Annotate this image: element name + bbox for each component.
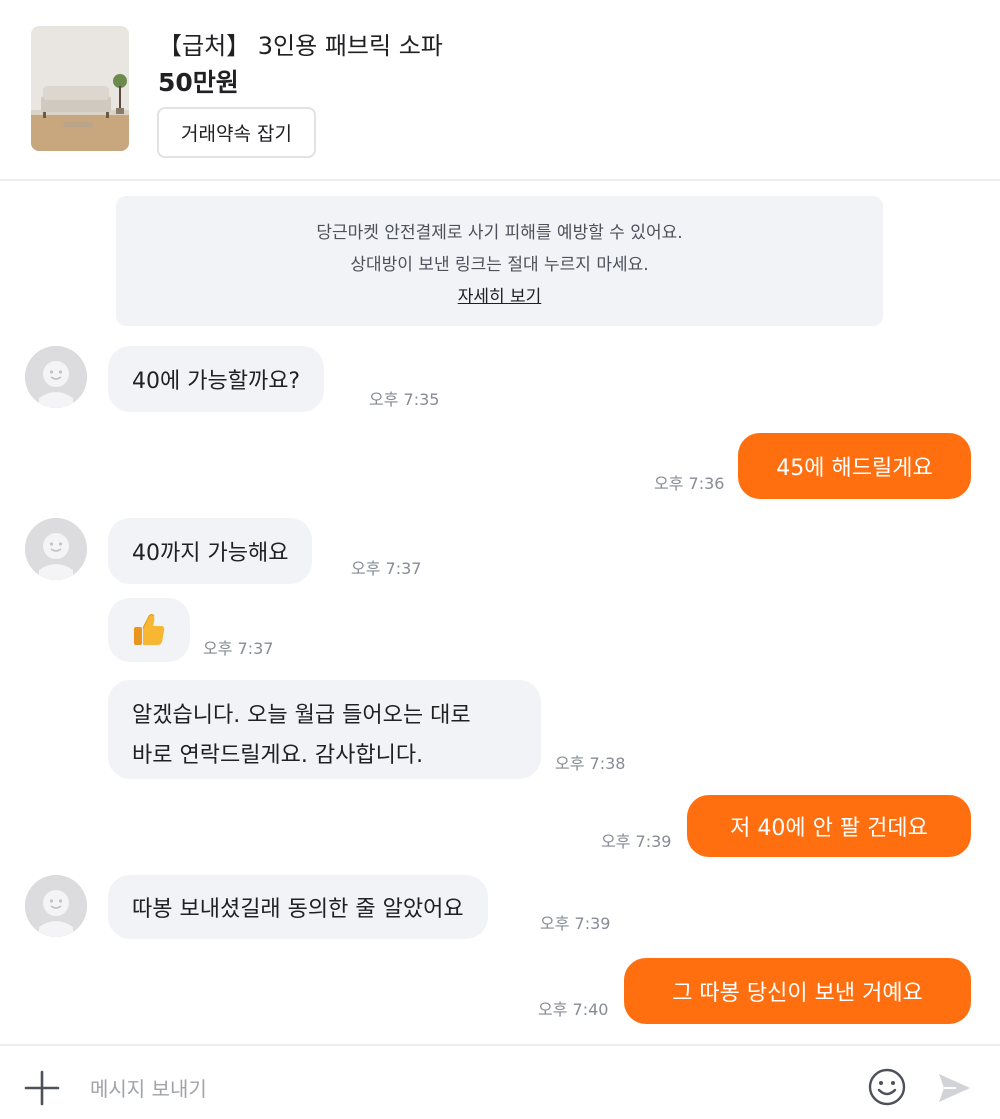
product-header[interactable]: 【급처】 3인용 패브릭 소파 50만원 거래약속 잡기: [0, 0, 1000, 181]
message-bubble-outgoing[interactable]: 그 따봉 당신이 보낸 거예요: [624, 958, 971, 1024]
message-line: 알겠습니다. 오늘 월급 들어오는 대로: [132, 703, 471, 728]
product-thumbnail[interactable]: [31, 26, 129, 151]
message-bubble-incoming[interactable]: 따봉 보내셨길래 동의한 줄 알았어요: [108, 875, 488, 939]
message-bubble-outgoing[interactable]: 저 40에 안 팔 건데요: [687, 795, 971, 857]
message-time: 오후 7:37: [203, 639, 274, 658]
message-time: 오후 7:37: [351, 559, 422, 578]
send-icon[interactable]: [934, 1068, 974, 1108]
sofa-image: [31, 26, 129, 151]
message-time: 오후 7:35: [369, 390, 440, 409]
make-appointment-button[interactable]: 거래약속 잡기: [157, 107, 316, 158]
message-bubble-incoming[interactable]: 40에 가능할까요?: [108, 346, 325, 412]
message-input[interactable]: 메시지 보내기: [90, 1073, 207, 1102]
thumbs-up-icon: [134, 614, 165, 645]
product-price: 50만원: [158, 68, 239, 97]
product-title: 【급처】 3인용 패브릭 소파: [158, 32, 443, 60]
avatar[interactable]: [25, 346, 87, 408]
safety-notice: 당근마켓 안전결제로 사기 피해를 예방할 수 있어요. 상대방이 보낸 링크는…: [116, 196, 883, 326]
avatar[interactable]: [25, 875, 87, 937]
notice-line-1: 당근마켓 안전결제로 사기 피해를 예방할 수 있어요.: [316, 223, 683, 243]
notice-line-2: 상대방이 보낸 링크는 절대 누르지 마세요.: [350, 255, 649, 275]
message-time: 오후 7:40: [538, 1000, 609, 1019]
message-bubble-outgoing[interactable]: 45에 해드릴게요: [738, 433, 971, 499]
message-bubble-incoming[interactable]: 알겠습니다. 오늘 월급 들어오는 대로 바로 연락드릴게요. 감사합니다.: [108, 680, 541, 779]
plus-icon[interactable]: [22, 1068, 62, 1108]
default-profile-icon: [25, 346, 87, 408]
message-time: 오후 7:39: [601, 832, 672, 851]
message-bubble-incoming[interactable]: [108, 598, 190, 662]
message-time: 오후 7:38: [555, 754, 626, 773]
message-line: 바로 연락드릴게요. 감사합니다.: [132, 743, 424, 768]
message-time: 오후 7:36: [654, 474, 725, 493]
message-bubble-incoming[interactable]: 40까지 가능해요: [108, 518, 313, 584]
notice-details-link[interactable]: 자세히 보기: [458, 287, 542, 307]
message-time: 오후 7:39: [540, 914, 611, 933]
avatar[interactable]: [25, 518, 87, 580]
default-profile-icon: [25, 518, 87, 580]
emoji-icon[interactable]: [866, 1066, 908, 1108]
default-profile-icon: [25, 875, 87, 937]
message-input-bar: 메시지 보내기: [0, 1044, 1000, 1119]
